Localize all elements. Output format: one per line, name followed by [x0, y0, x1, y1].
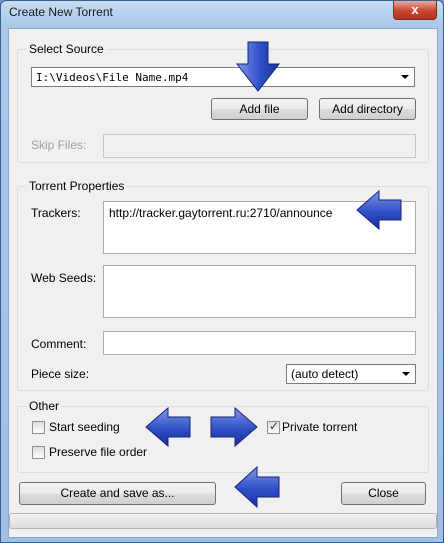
web-seeds-field[interactable]	[103, 265, 416, 318]
other-label: Other	[26, 399, 63, 413]
preserve-file-order-checkbox[interactable]	[32, 446, 45, 459]
private-torrent-label[interactable]: Private torrent	[282, 420, 357, 434]
right-arrow-icon	[210, 406, 258, 448]
source-dropdown[interactable]: I:\Videos\File Name.mp4	[31, 67, 415, 87]
piece-size-dropdown[interactable]: (auto detect)	[286, 364, 416, 384]
start-seeding-label[interactable]: Start seeding	[49, 420, 120, 434]
checkmark-icon: ✓	[269, 419, 280, 433]
add-directory-button[interactable]: Add directory	[319, 98, 416, 120]
close-button[interactable]: Close	[341, 482, 426, 505]
down-arrow-icon	[235, 41, 281, 92]
window-close-button[interactable]: x	[393, 1, 437, 20]
create-torrent-window: Create New Torrent x Select Source I:\Vi…	[0, 0, 444, 543]
torrent-properties-label: Torrent Properties	[26, 179, 128, 193]
skip-files-label: Skip Files:	[31, 138, 87, 152]
source-path-value: I:\Videos\File Name.mp4	[36, 71, 189, 84]
start-seeding-checkbox[interactable]	[32, 421, 45, 434]
chevron-down-icon	[402, 372, 410, 376]
piece-size-value: (auto detect)	[291, 367, 359, 381]
comment-label: Comment:	[31, 337, 87, 351]
add-file-button[interactable]: Add file	[211, 98, 308, 120]
comment-field[interactable]	[103, 331, 416, 355]
dialog-client-area: Select Source I:\Videos\File Name.mp4 Ad…	[8, 28, 438, 538]
private-torrent-checkbox[interactable]: ✓	[267, 419, 280, 434]
preserve-file-order-label[interactable]: Preserve file order	[49, 445, 147, 459]
left-arrow-icon	[356, 189, 402, 231]
create-and-save-button[interactable]: Create and save as...	[19, 482, 216, 505]
select-source-group: Select Source I:\Videos\File Name.mp4 Ad…	[17, 42, 429, 163]
web-seeds-label: Web Seeds:	[31, 271, 97, 285]
select-source-label: Select Source	[26, 42, 107, 56]
skip-files-field	[103, 134, 416, 158]
chevron-down-icon	[401, 75, 409, 79]
piece-size-label: Piece size:	[31, 367, 90, 381]
left-arrow-icon	[234, 465, 280, 509]
creation-progress-bar	[9, 513, 437, 529]
left-arrow-icon	[145, 406, 191, 448]
trackers-label: Trackers:	[31, 206, 81, 220]
title-bar[interactable]: Create New Torrent x	[1, 1, 443, 27]
window-title: Create New Torrent	[9, 5, 113, 19]
